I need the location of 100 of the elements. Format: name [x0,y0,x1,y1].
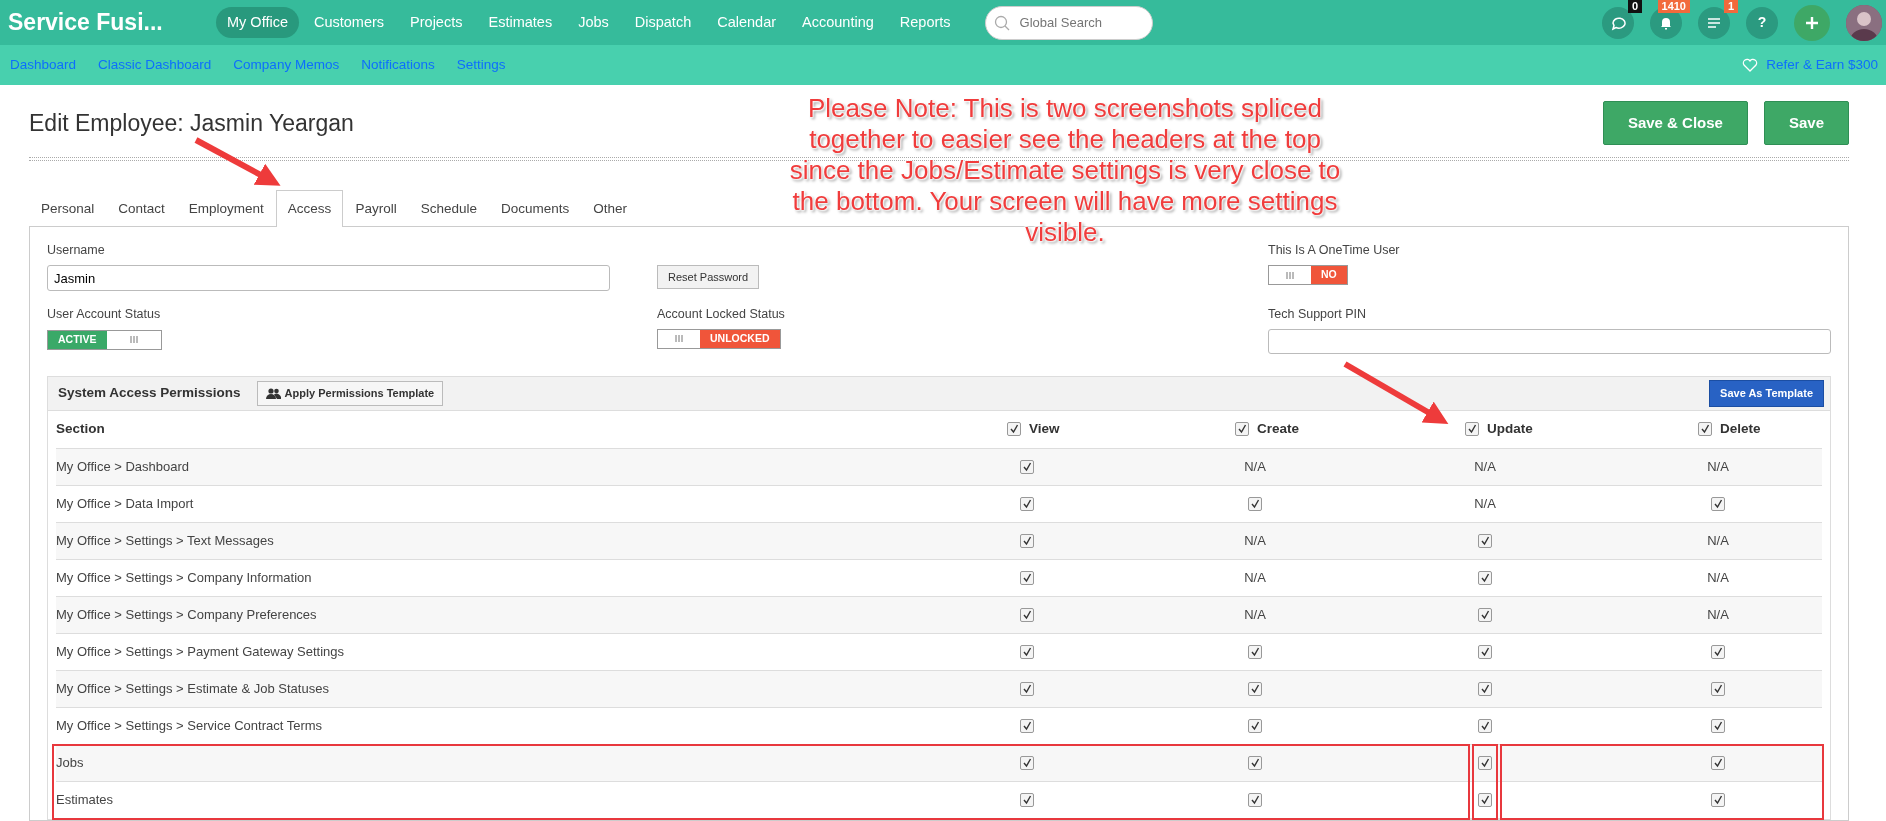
toggle-switch[interactable]: UNLOCKED [657,328,781,349]
table-cell-text: My Office > Data Import [56,495,195,513]
save-button[interactable]: Save [1763,101,1849,145]
table-cell-text: N/A [1707,606,1729,624]
table-cell-text: N/A [1474,458,1496,476]
checkbox[interactable] [1020,570,1034,585]
nav-link[interactable]: My Office [216,6,299,39]
table-cell-text: My Office > Settings > Company Preferences [56,606,318,624]
checkbox[interactable] [1711,644,1725,659]
checkbox[interactable] [1711,681,1725,696]
chat-button[interactable] [1602,6,1634,39]
subnav-link[interactable]: Classic Dashboard [98,54,212,76]
tab[interactable]: Employment [176,190,276,228]
toggle-switch[interactable]: ACTIVE [47,329,162,350]
tab[interactable]: Other [581,190,639,228]
checkbox[interactable] [1020,681,1034,696]
table-cell-text: My Office > Settings > Payment Gateway Settings [56,643,346,661]
field-label: Account Locked Status [657,306,786,323]
plus-icon [1804,14,1820,31]
table-cell-text: N/A [1707,569,1729,587]
table-cell-text: N/A [1244,532,1266,550]
subnav-link[interactable]: Dashboard [10,54,77,76]
table-cell-text: My Office > Settings > Estimate & Job Statuses [56,680,330,698]
checkbox[interactable] [1478,533,1492,548]
checkbox[interactable] [1711,755,1725,770]
checkbox[interactable] [1478,570,1492,585]
checkbox[interactable] [1235,422,1249,437]
checkbox[interactable] [1020,644,1034,659]
checkbox[interactable] [1248,755,1262,770]
badge: 1 [1723,0,1738,13]
checkbox[interactable] [1020,459,1034,474]
checkbox[interactable] [1478,718,1492,733]
field-label: Username [47,242,106,260]
column-header: View [1029,420,1060,439]
nav-link[interactable]: Accounting [791,6,885,39]
reset-password-button[interactable]: Reset Password [657,264,760,289]
search-field[interactable]: Global Search [984,5,1153,40]
table-cell-text: My Office > Settings > Service Contract Terms [56,717,324,735]
checkbox[interactable] [1698,422,1712,437]
tab[interactable]: Personal [29,190,107,228]
checkbox[interactable] [1248,496,1262,511]
checkbox[interactable] [1478,644,1492,659]
apply-template-button[interactable]: Apply Permissions Template [256,381,444,406]
nav-link[interactable]: Dispatch [623,6,703,39]
users-icon [265,387,281,400]
grip-icon [675,334,683,344]
toggle-switch[interactable]: NO [1268,265,1348,285]
tab[interactable]: Access [275,190,344,228]
checkbox[interactable] [1478,681,1492,696]
help-button[interactable]: ? [1746,6,1778,39]
checkbox[interactable] [1248,718,1262,733]
badge: 1410 [1657,0,1690,13]
checkbox[interactable] [1020,496,1034,511]
table-cell-text: N/A [1707,532,1729,550]
column-header: Update [1487,420,1533,439]
field-label: User Account Status [47,306,162,323]
checkbox[interactable] [1478,792,1492,807]
checkbox[interactable] [1007,422,1021,437]
tab[interactable]: Contact [106,190,177,228]
nav-link[interactable]: Calendar [706,6,788,39]
search-icon [993,14,1010,31]
checkbox[interactable] [1020,533,1034,548]
save-template-button[interactable]: Save As Template [1709,380,1824,407]
tasks-button[interactable] [1698,6,1730,39]
table-cell-text: N/A [1244,606,1266,624]
checkbox[interactable] [1248,792,1262,807]
checkbox[interactable] [1711,496,1725,511]
table-cell-text: N/A [1707,458,1729,476]
subnav-link[interactable]: Settings [456,54,506,76]
subnav-link[interactable]: Notifications [361,54,435,76]
nav-link[interactable]: Reports [888,6,962,39]
checkbox[interactable] [1020,607,1034,622]
heart-icon [1742,57,1759,73]
refer-link[interactable]: Refer & Earn $300 [1742,54,1886,76]
checkbox[interactable] [1465,422,1479,437]
checkbox[interactable] [1020,718,1034,733]
checkbox[interactable] [1711,792,1725,807]
tab[interactable]: Documents [488,190,582,228]
subnav-link[interactable]: Company Memos [233,54,340,76]
checkbox[interactable] [1478,607,1492,622]
checkbox[interactable] [1711,718,1725,733]
checkbox[interactable] [1248,644,1262,659]
checkbox[interactable] [1020,755,1034,770]
nav-link[interactable]: Projects [399,6,474,39]
pin-field[interactable] [1268,328,1831,354]
save-close-button[interactable]: Save & Close [1602,101,1748,145]
nav-link[interactable]: Customers [302,6,396,39]
avatar[interactable] [1846,4,1882,41]
tab[interactable]: Schedule [408,190,489,228]
nav-link[interactable]: Estimates [477,6,564,39]
tab[interactable]: Payroll [343,190,409,228]
field-label: This Is A OneTime User [1268,242,1401,260]
checkbox[interactable] [1248,681,1262,696]
checkbox[interactable] [1020,792,1034,807]
add-button[interactable] [1794,4,1830,41]
username-field[interactable]: Jasmin [47,265,610,291]
column-header: Delete [1720,420,1761,439]
column-header: Create [1257,420,1300,439]
nav-link[interactable]: Jobs [567,6,620,39]
checkbox[interactable] [1478,755,1492,770]
